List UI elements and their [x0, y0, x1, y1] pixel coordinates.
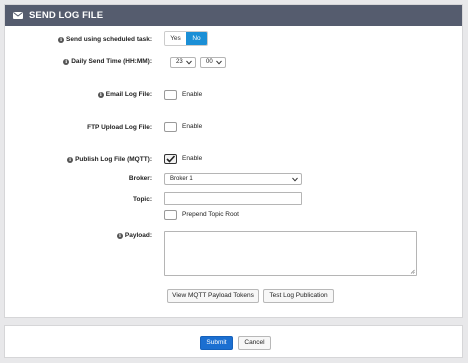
hour-value: 23 — [176, 59, 183, 65]
schedule-toggle: Yes No — [164, 31, 208, 46]
ftp-label: FTP Upload Log File: — [87, 124, 152, 131]
mqtt-enable-checkbox[interactable] — [164, 154, 177, 164]
payload-label-row: i Payload: — [116, 231, 152, 240]
envelope-icon — [13, 12, 23, 19]
test-log-publication-button[interactable]: Test Log Publication — [263, 289, 334, 303]
topic-label: Topic: — [132, 196, 152, 203]
info-icon: i — [58, 37, 65, 43]
broker-select[interactable]: Broker 1 — [164, 173, 302, 185]
info-icon: i — [97, 92, 104, 98]
info-icon: i — [67, 157, 74, 163]
email-label-row: i Email Log File: — [97, 90, 152, 99]
checkmark-icon — [166, 155, 176, 163]
prepend-topic-root-checkbox[interactable] — [164, 210, 177, 220]
view-mqtt-payload-tokens-button[interactable]: View MQTT Payload Tokens — [167, 289, 259, 303]
email-label: Email Log File: — [105, 91, 152, 98]
payload-label: Payload: — [124, 232, 152, 239]
topic-input[interactable] — [164, 192, 302, 205]
mqtt-label: Publish Log File (MQTT): — [75, 156, 152, 163]
send-log-file-panel: SEND LOG FILE i Send using scheduled task… — [4, 4, 463, 318]
panel-title: SEND LOG FILE — [29, 10, 104, 21]
submit-button[interactable]: Submit — [200, 336, 233, 350]
schedule-label-row: i Send using scheduled task: — [58, 35, 152, 44]
broker-label-row: Broker: — [129, 174, 152, 183]
ftp-label-row: FTP Upload Log File: — [87, 123, 152, 132]
email-enable-label: Enable — [182, 91, 203, 98]
info-icon: i — [63, 59, 70, 65]
payload-textarea[interactable] — [164, 231, 417, 276]
schedule-label: Send using scheduled task: — [66, 36, 152, 43]
chevron-down-icon — [186, 60, 192, 65]
form-footer: Submit Cancel — [4, 325, 463, 358]
cancel-button[interactable]: Cancel — [238, 336, 271, 350]
broker-value: Broker 1 — [170, 176, 193, 182]
schedule-yes-option[interactable]: Yes — [165, 32, 186, 45]
mqtt-label-row: i Publish Log File (MQTT): — [67, 155, 152, 164]
topic-label-row: Topic: — [133, 195, 152, 204]
panel-header: SEND LOG FILE — [5, 5, 462, 26]
broker-label: Broker: — [128, 175, 152, 182]
info-icon: i — [116, 233, 123, 239]
email-enable-checkbox[interactable] — [164, 90, 177, 100]
schedule-no-option[interactable]: No — [186, 32, 207, 45]
hour-select[interactable]: 23 — [170, 57, 196, 68]
ftp-enable-label: Enable — [182, 123, 203, 130]
ftp-enable-checkbox[interactable] — [164, 122, 177, 132]
resize-grip-icon[interactable] — [410, 269, 415, 274]
chevron-down-icon — [292, 177, 298, 182]
daily-time-label: Daily Send Time (HH:MM): — [71, 58, 152, 65]
minute-value: 00 — [206, 59, 213, 65]
prepend-topic-root-label: Prepend Topic Root — [182, 211, 239, 218]
minute-select[interactable]: 00 — [200, 57, 226, 68]
mqtt-enable-label: Enable — [182, 155, 203, 162]
chevron-down-icon — [216, 60, 222, 65]
daily-time-label-row: i Daily Send Time (HH:MM): — [63, 57, 152, 66]
